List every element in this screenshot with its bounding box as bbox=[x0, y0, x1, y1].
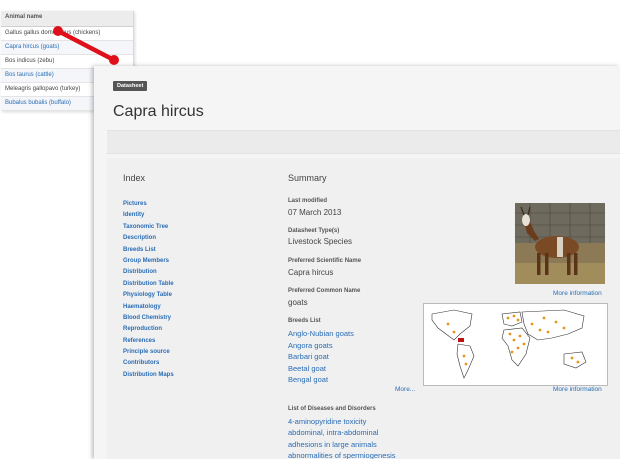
breeds-list-label: Breeds List bbox=[288, 318, 321, 324]
index-link-taxonomic-tree[interactable]: Taxonomic Tree bbox=[123, 222, 174, 233]
breed-link[interactable]: Barbari goat bbox=[288, 351, 354, 363]
index-link-distribution-maps[interactable]: Distribution Maps bbox=[123, 370, 174, 381]
common-name-value: goats bbox=[288, 298, 308, 307]
index-link-pictures[interactable]: Pictures bbox=[123, 199, 174, 210]
index-link-distribution-table[interactable]: Distribution Table bbox=[123, 279, 174, 290]
index-link-references[interactable]: References bbox=[123, 336, 174, 347]
breed-link[interactable]: Beetal goat bbox=[288, 363, 354, 375]
index-link-description[interactable]: Description bbox=[123, 233, 174, 244]
scientific-name-value: Capra hircus bbox=[288, 268, 334, 277]
header-band bbox=[107, 130, 620, 154]
index-link-group-members[interactable]: Group Members bbox=[123, 256, 174, 267]
index-link-blood-chemistry[interactable]: Blood Chemistry bbox=[123, 313, 174, 324]
breeds-more-link[interactable]: More... bbox=[395, 386, 415, 393]
disease-link[interactable]: 4-aminopyridine toxicity bbox=[288, 416, 396, 427]
last-modified-label: Last modified bbox=[288, 198, 328, 204]
distribution-map[interactable] bbox=[423, 303, 608, 386]
map-more-information-link[interactable]: More information bbox=[553, 386, 602, 393]
index-link-principle-source[interactable]: Principle source bbox=[123, 347, 174, 358]
index-link-reproduction[interactable]: Reproduction bbox=[123, 324, 174, 335]
photo-more-information-link[interactable]: More information bbox=[553, 290, 602, 297]
disease-link[interactable]: abdominal, intra-abdominal bbox=[288, 427, 396, 438]
animal-row-chickens[interactable]: Gallus gallus domesticus (chickens) bbox=[1, 27, 133, 41]
last-modified-value: 07 March 2013 bbox=[288, 208, 342, 217]
datasheet-badge: Datasheet bbox=[113, 81, 148, 91]
diseases-label: List of Diseases and Disorders bbox=[288, 406, 376, 412]
breeds-list: Anglo-Nubian goats Angora goats Barbari … bbox=[288, 328, 354, 386]
animal-row-goats[interactable]: Capra hircus (goats) bbox=[1, 41, 133, 55]
disease-link[interactable]: abnormalities of spermiogenesis bbox=[288, 450, 396, 459]
scientific-name-label: Preferred Scientific Name bbox=[288, 258, 362, 264]
index-link-haematology[interactable]: Haematology bbox=[123, 302, 174, 313]
summary-heading: Summary bbox=[288, 173, 327, 183]
disease-link[interactable]: adhesions in large animals bbox=[288, 439, 396, 450]
index-list: Pictures Identity Taxonomic Tree Descrip… bbox=[123, 199, 174, 381]
breed-link[interactable]: Angora goats bbox=[288, 340, 354, 352]
page-title: Capra hircus bbox=[113, 103, 204, 120]
datasheet-page: Datasheet Capra hircus Index Summary Pic… bbox=[94, 66, 620, 459]
breed-link[interactable]: Bengal goat bbox=[288, 374, 354, 386]
datasheet-type-label: Datasheet Type(s) bbox=[288, 228, 340, 234]
index-link-contributors[interactable]: Contributors bbox=[123, 358, 174, 369]
breed-link[interactable]: Anglo-Nubian goats bbox=[288, 328, 354, 340]
common-name-label: Preferred Common Name bbox=[288, 288, 361, 294]
datasheet-type-value: Livestock Species bbox=[288, 237, 353, 246]
animal-list-header: Animal name bbox=[1, 11, 133, 27]
index-heading: Index bbox=[123, 173, 146, 183]
index-link-distribution[interactable]: Distribution bbox=[123, 267, 174, 278]
index-link-breeds-list[interactable]: Breeds List bbox=[123, 245, 174, 256]
goat-photo[interactable] bbox=[515, 203, 605, 284]
index-link-physiology-table[interactable]: Physiology Table bbox=[123, 290, 174, 301]
diseases-list: 4-aminopyridine toxicity abdominal, intr… bbox=[288, 416, 396, 459]
index-link-identity[interactable]: Identity bbox=[123, 210, 174, 221]
